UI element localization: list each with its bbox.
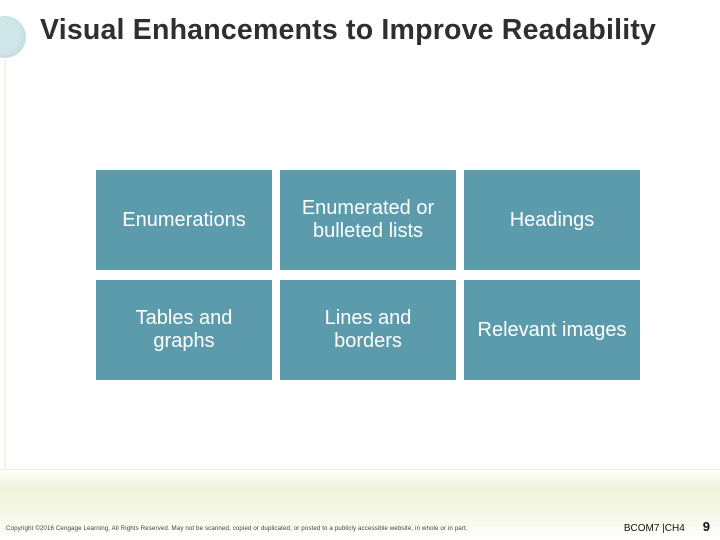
slide-title: Visual Enhancements to Improve Readabili…	[40, 14, 656, 47]
cell-headings: Headings	[464, 170, 640, 270]
cell-relevant-images: Relevant images	[464, 280, 640, 380]
title-ornament	[0, 16, 26, 58]
footer-right: BCOM7 |CH4 9	[624, 519, 710, 534]
slide: Visual Enhancements to Improve Readabili…	[0, 0, 720, 540]
copyright-text: Copyright ©2016 Cengage Learning. All Ri…	[6, 525, 468, 532]
cell-enumerations: Enumerations	[96, 170, 272, 270]
cell-tables-graphs: Tables and graphs	[96, 280, 272, 380]
enhancements-grid: Enumerations Enumerated or bulleted list…	[96, 170, 640, 380]
left-rule	[4, 60, 6, 468]
cell-enumerated-bulleted-lists: Enumerated or bulleted lists	[280, 170, 456, 270]
cell-lines-borders: Lines and borders	[280, 280, 456, 380]
page-number: 9	[703, 519, 710, 534]
footer-code: BCOM7 |CH4	[624, 523, 685, 534]
